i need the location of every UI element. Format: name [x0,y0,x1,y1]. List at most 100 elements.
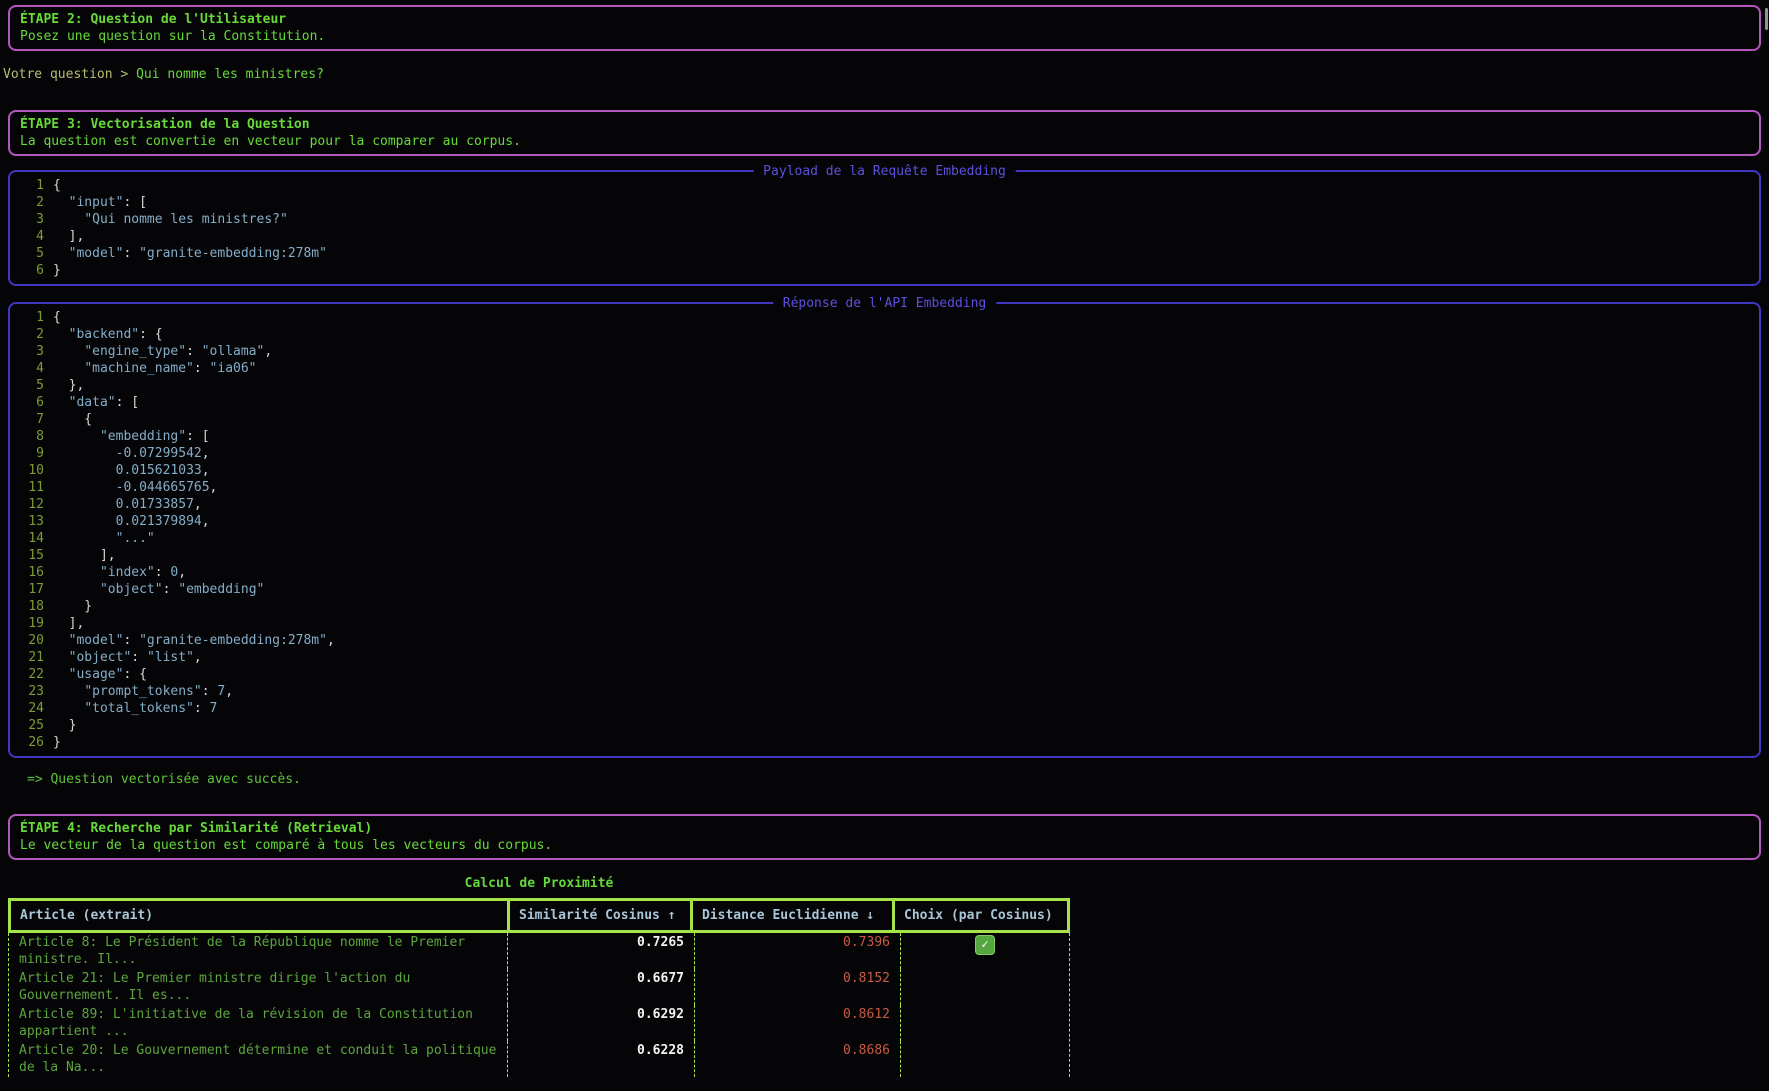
code-text: "Qui nomme les ministres?" [53,211,288,228]
scrollbar[interactable] [1765,8,1768,30]
step4-body: Le vecteur de la question est comparé à … [20,837,1749,854]
line-number: 11 [18,479,44,496]
distance-cell: 0.8152 [694,969,900,1005]
code-line: 15 ], [18,547,1751,564]
table-row: Article 21: Le Premier ministre dirige l… [9,969,1069,1005]
code-line: 8 "embedding": [ [18,428,1751,445]
table-header-row: Article (extrait) Similarité Cosinus ↑ D… [8,898,1070,933]
code-text: "embedding": [ [53,428,210,445]
code-text: ], [53,547,116,564]
code-text: { [53,411,92,428]
step2-body: Posez une question sur la Constitution. [20,28,1749,45]
code-line: 3 "Qui nomme les ministres?" [18,211,1751,228]
line-number: 15 [18,547,44,564]
article-cell: Article 89: L'initiative de la révision … [9,1005,507,1041]
line-number: 6 [18,394,44,411]
code-line: 4 ], [18,228,1751,245]
question-input[interactable]: Qui nomme les ministres? [136,67,324,82]
code-text: "data": [ [53,394,139,411]
line-number: 1 [18,177,44,194]
step4-panel: ÉTAPE 4: Recherche par Similarité (Retri… [8,814,1761,860]
line-number: 21 [18,649,44,666]
cosine-cell: 0.6292 [507,1005,694,1041]
prompt-label: Votre question > [3,67,128,82]
line-number: 4 [18,360,44,377]
code-text: -0.044665765, [53,479,217,496]
code-text: -0.07299542, [53,445,210,462]
header-cosine[interactable]: Similarité Cosinus ↑ [507,901,690,930]
cosine-cell: 0.6228 [507,1041,694,1077]
choice-cell [900,969,1069,1005]
code-text: { [53,309,61,326]
code-line: 2 "backend": { [18,326,1751,343]
choice-cell [900,1041,1069,1077]
code-line: 6} [18,262,1751,279]
code-text: ], [53,228,84,245]
line-number: 18 [18,598,44,615]
code-text: } [53,262,61,279]
code-text: "model": "granite-embedding:278m", [53,632,335,649]
code-line: 6 "data": [ [18,394,1751,411]
line-number: 19 [18,615,44,632]
code-text: { [53,177,61,194]
step3-title: ÉTAPE 3: Vectorisation de la Question [20,116,1749,133]
line-number: 20 [18,632,44,649]
code-line: 7 { [18,411,1751,428]
code-line: 4 "machine_name": "ia06" [18,360,1751,377]
code-line: 10 0.015621033, [18,462,1751,479]
code-line: 18 } [18,598,1751,615]
code-text: "usage": { [53,666,147,683]
code-text: "input": [ [53,194,147,211]
code-line: 20 "model": "granite-embedding:278m", [18,632,1751,649]
code-text: ], [53,615,84,632]
checkmark-icon: ✓ [975,935,995,955]
step3-body: La question est convertie en vecteur pou… [20,133,1749,150]
code-text: }, [53,377,84,394]
code-line: 2 "input": [ [18,194,1751,211]
code-line: 3 "engine_type": "ollama", [18,343,1751,360]
code-line: 16 "index": 0, [18,564,1751,581]
response-panel-title: Réponse de l'API Embedding [773,295,997,312]
code-line: 26} [18,734,1751,751]
payload-panel-title: Payload de la Requête Embedding [753,163,1016,180]
line-number: 4 [18,228,44,245]
table-row: Article 89: L'initiative de la révision … [9,1005,1069,1041]
code-text: } [53,734,61,751]
cosine-cell: 0.7265 [507,933,694,969]
code-line: 5 }, [18,377,1751,394]
line-number: 2 [18,194,44,211]
code-line: 22 "usage": { [18,666,1751,683]
line-number: 6 [18,262,44,279]
line-number: 5 [18,245,44,262]
code-text: } [53,717,76,734]
code-text: "object": "embedding" [53,581,264,598]
article-cell: Article 20: Le Gouvernement détermine et… [9,1041,507,1077]
line-number: 22 [18,666,44,683]
code-text: "machine_name": "ia06" [53,360,257,377]
code-line: 14 "..." [18,530,1751,547]
line-number: 13 [18,513,44,530]
choice-cell [900,1005,1069,1041]
step2-panel: ÉTAPE 2: Question de l'Utilisateur Posez… [8,5,1761,51]
table-title: Calcul de Proximité [8,875,1070,892]
code-line: 21 "object": "list", [18,649,1751,666]
code-text: 0.01733857, [53,496,202,513]
code-text: "object": "list", [53,649,202,666]
line-number: 3 [18,343,44,360]
payload-panel: Payload de la Requête Embedding 1{2 "inp… [8,170,1761,286]
table-row: Article 20: Le Gouvernement détermine et… [9,1041,1069,1077]
code-text: "engine_type": "ollama", [53,343,272,360]
header-choice: Choix (par Cosinus) [892,901,1067,930]
code-line: 5 "model": "granite-embedding:278m" [18,245,1751,262]
code-text: "backend": { [53,326,163,343]
article-cell: Article 21: Le Premier ministre dirige l… [9,969,507,1005]
line-number: 10 [18,462,44,479]
code-line: 25 } [18,717,1751,734]
step3-panel: ÉTAPE 3: Vectorisation de la Question La… [8,110,1761,156]
code-text: "..." [53,530,155,547]
terminal-output: ÉTAPE 2: Question de l'Utilisateur Posez… [0,5,1769,1077]
header-distance[interactable]: Distance Euclidienne ↓ [690,901,892,930]
code-text: } [53,598,92,615]
step4-title: ÉTAPE 4: Recherche par Similarité (Retri… [20,820,1749,837]
code-text: "model": "granite-embedding:278m" [53,245,327,262]
